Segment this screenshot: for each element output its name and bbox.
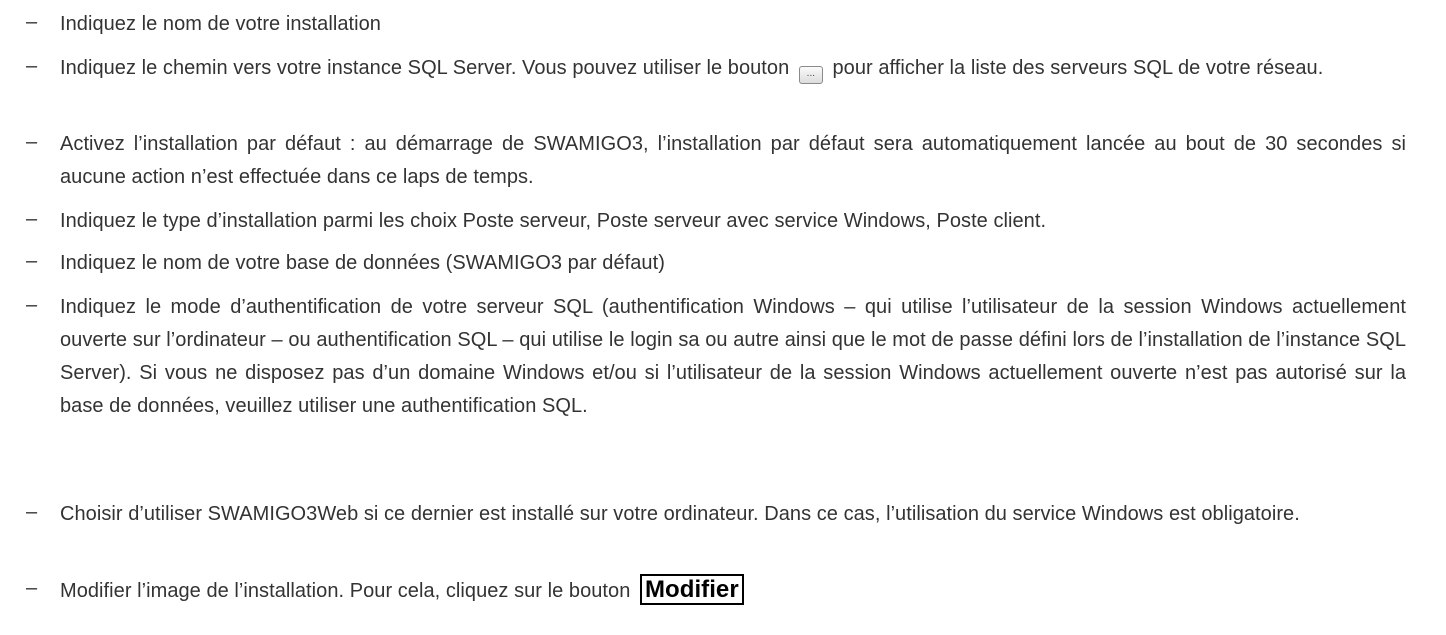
list-item-text: Indiquez le type d’installation parmi le… (60, 210, 1047, 232)
text-before-button: Modifier l’image de l’installation. Pour… (60, 580, 631, 602)
list-bullet: – (26, 250, 38, 272)
list-item-text: Indiquez le nom de votre base de données… (60, 252, 665, 274)
list-item: – Indiquez le chemin vers votre instance… (0, 52, 1406, 85)
list-item-text: Indiquez le nom de votre installation (60, 13, 381, 35)
list-item-text: Choisir d’utiliser SWAMIGO3Web si ce der… (60, 503, 1300, 525)
list-bullet: – (26, 294, 38, 316)
list-bullet: – (26, 11, 38, 33)
text-after-button: pour afficher la liste des serveurs SQL … (832, 57, 1324, 79)
list-item: – Choisir d’utiliser SWAMIGO3Web si ce d… (0, 498, 1406, 531)
list-bullet: – (26, 55, 38, 77)
list-item: – Activez l’installation par défaut : au… (0, 128, 1406, 194)
list-bullet: – (26, 131, 38, 153)
list-item: – Indiquez le type d’installation parmi … (0, 205, 1406, 238)
list-bullet: – (26, 501, 38, 523)
list-item-text: Indiquez le mode d’authentification de v… (60, 296, 1406, 417)
list-bullet: – (26, 208, 38, 230)
browse-servers-button[interactable]: ... (798, 66, 823, 84)
list-item-text: Activez l’installation par défaut : au d… (60, 133, 1406, 188)
document-page: – Indiquez le nom de votre installation … (0, 0, 1446, 635)
list-item: – Indiquez le nom de votre installation (0, 8, 1406, 41)
list-item: – Modifier l’image de l’installation. Po… (0, 574, 1406, 608)
list-bullet: – (26, 577, 38, 599)
modifier-button[interactable]: Modifier (639, 574, 744, 605)
list-item: – Indiquez le mode d’authentification de… (0, 291, 1406, 423)
list-item: – Indiquez le nom de votre base de donné… (0, 247, 1406, 280)
text-before-button: Indiquez le chemin vers votre instance S… (60, 57, 790, 79)
list-item-text: Modifier l’image de l’installation. Pour… (60, 574, 1406, 608)
list-item-text: Indiquez le chemin vers votre instance S… (60, 52, 1406, 85)
